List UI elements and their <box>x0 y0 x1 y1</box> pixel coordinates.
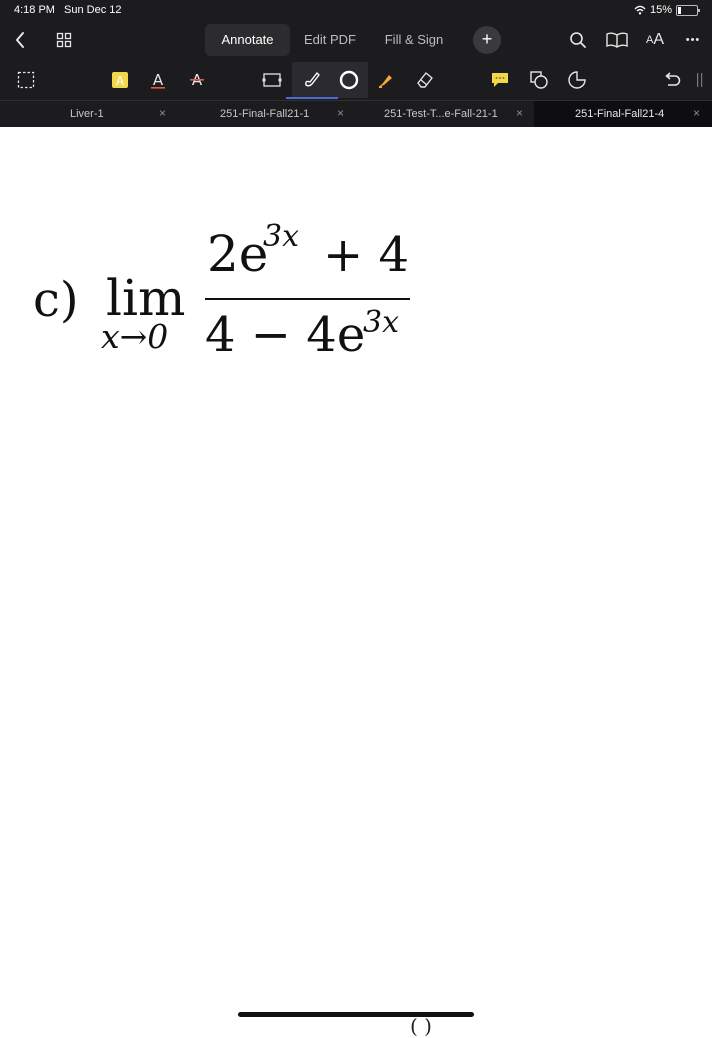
pdf-page[interactable]: c) lim x→0 2e 3x + 4 4 − 4e 3x <box>0 127 712 1024</box>
shapes-tool-icon[interactable] <box>523 64 555 96</box>
text-size-button[interactable]: AA <box>642 26 668 54</box>
grid-view-icon[interactable] <box>52 26 76 54</box>
battery-icon <box>676 4 700 16</box>
doc-tab-label: 251-Final-Fall21-1 <box>220 108 310 120</box>
close-tab-icon[interactable]: × <box>516 106 523 120</box>
back-icon[interactable] <box>8 26 32 54</box>
close-tab-icon[interactable]: × <box>159 106 166 120</box>
top-toolbar-area: 4:18 PM Sun Dec 12 15% Annotate Edit PDF… <box>0 0 712 128</box>
status-bar: 4:18 PM Sun Dec 12 15% <box>0 0 712 20</box>
doc-tab-test-fall-21-1[interactable]: 251-Test-T...e-Fall-21-1 × <box>356 101 534 128</box>
numerator-rest: + 4 <box>323 227 410 283</box>
cut-off-text: ( ) <box>410 1014 432 1038</box>
doc-tab-label: Liver-1 <box>70 108 104 120</box>
battery-level <box>678 6 681 14</box>
pen-color-icon[interactable] <box>333 64 365 96</box>
close-tab-icon[interactable]: × <box>337 106 344 120</box>
more-button[interactable]: ••• <box>680 26 706 54</box>
underline-text-icon[interactable]: A <box>142 64 174 96</box>
tab-fill-sign[interactable]: Fill & Sign <box>376 24 452 56</box>
comment-tool-icon[interactable] <box>484 64 516 96</box>
denominator-base: 4 − 4e <box>205 307 366 363</box>
problem-label: c) <box>33 272 79 328</box>
svg-text:A: A <box>116 74 125 88</box>
doc-tab-label: 251-Final-Fall21-4 <box>575 108 665 120</box>
numerator-base: 2e <box>207 225 269 283</box>
home-indicator[interactable] <box>238 1012 474 1017</box>
status-time: 4:18 PM <box>14 4 55 16</box>
add-tab-button[interactable]: + <box>473 26 501 54</box>
numerator-exponent: 3x <box>263 219 300 254</box>
denominator-exponent: 3x <box>363 305 400 340</box>
text-box-tool-icon[interactable] <box>256 64 288 96</box>
tab-annotate[interactable]: Annotate <box>205 24 290 56</box>
pen-tool-icon[interactable] <box>286 64 338 99</box>
status-date: Sun Dec 12 <box>64 4 122 16</box>
battery-percent: 15% <box>649 4 672 16</box>
lasso-tool-icon[interactable] <box>561 64 593 96</box>
highlighter-tool-icon[interactable] <box>370 64 402 96</box>
selection-tool-icon[interactable] <box>10 64 42 96</box>
strikethrough-text-icon[interactable]: A <box>181 64 213 96</box>
doc-tab-final-fall21-1[interactable]: 251-Final-Fall21-1 × <box>178 101 356 128</box>
status-right: 15% <box>634 4 700 16</box>
nav-row: Annotate Edit PDF Fill & Sign + AA ••• <box>0 22 712 58</box>
undo-icon[interactable] <box>656 64 688 96</box>
search-icon[interactable] <box>566 26 590 54</box>
doc-tab-label: 251-Test-T...e-Fall-21-1 <box>384 108 498 120</box>
close-tab-icon[interactable]: × <box>693 106 700 120</box>
lim-subscript: x→0 <box>101 317 169 356</box>
fraction-bar <box>205 298 410 300</box>
svg-text:A: A <box>153 71 164 89</box>
wifi-icon <box>634 5 646 15</box>
tab-edit-pdf[interactable]: Edit PDF <box>296 24 364 56</box>
document-tabs: Liver-1 × 251-Final-Fall21-1 × 251-Test-… <box>0 100 712 128</box>
book-view-icon[interactable] <box>604 26 630 54</box>
annotation-toolbar: A A A <box>0 62 712 99</box>
highlight-text-icon[interactable]: A <box>104 64 136 96</box>
doc-tab-liver-1[interactable]: Liver-1 × <box>0 101 178 128</box>
toolbar-drag-handle-icon[interactable] <box>690 64 710 96</box>
eraser-tool-icon[interactable] <box>409 64 441 96</box>
doc-tab-final-fall21-4[interactable]: 251-Final-Fall21-4 × <box>534 101 712 128</box>
